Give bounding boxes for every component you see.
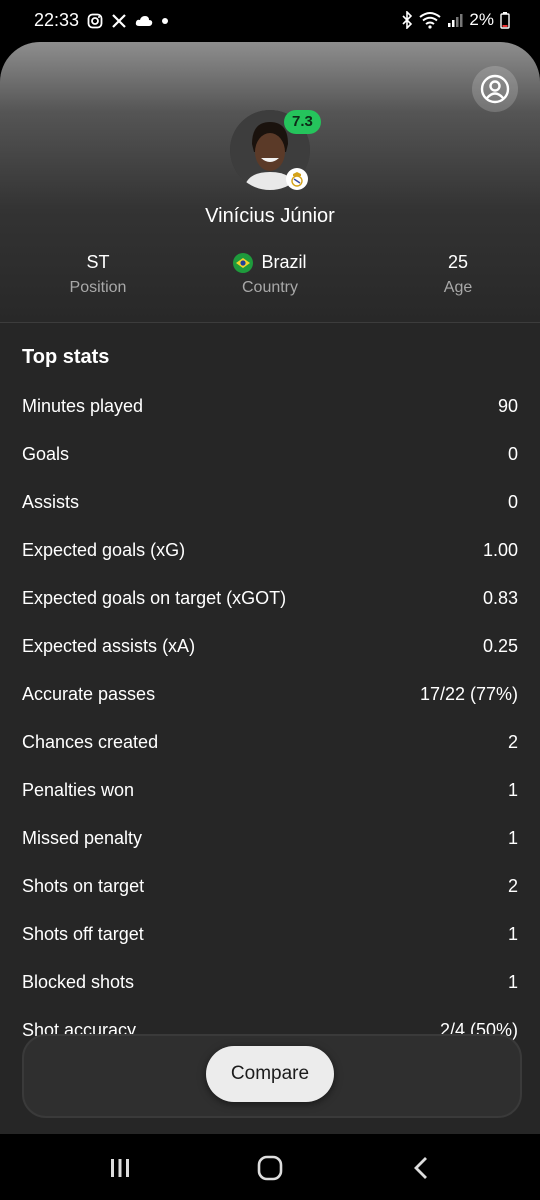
player-name: Vinícius Júnior xyxy=(205,205,335,227)
status-right: 2% xyxy=(401,10,510,30)
player-header: 7.3 Vinícius Júnior ST Position Brazil C… xyxy=(0,42,540,322)
stat-row: Accurate passes 17/22 (77%) xyxy=(22,670,518,718)
age-label: Age xyxy=(443,279,473,296)
system-nav-bar xyxy=(0,1134,540,1200)
stat-row: Penalties won 1 xyxy=(22,766,518,814)
stat-label: Penalties won xyxy=(22,779,135,800)
age-value: 25 xyxy=(447,252,469,272)
stat-row: Missed penalty 1 xyxy=(22,814,518,862)
position-value: ST xyxy=(86,252,110,272)
stat-value: 17/22 (77%) xyxy=(419,683,518,704)
stat-label: Goals xyxy=(22,443,70,464)
stat-label: Chances created xyxy=(22,731,159,752)
stat-row: Blocked shots 1 xyxy=(22,958,518,1006)
x-icon xyxy=(111,11,127,31)
status-left: 22:33 xyxy=(34,10,169,31)
stat-value: 2 xyxy=(507,731,518,752)
stat-row: Chances created 2 xyxy=(22,718,518,766)
stat-row: Shots on target 2 xyxy=(22,862,518,910)
stat-row: Assists 0 xyxy=(22,478,518,526)
stat-row: Shots off target 1 xyxy=(22,910,518,958)
stat-label: Shots on target xyxy=(22,875,145,896)
top-stats-title: Top stats xyxy=(22,346,110,368)
rating-badge: 7.3 xyxy=(284,110,321,134)
dot-icon xyxy=(161,11,169,31)
stat-value: 1 xyxy=(507,779,518,800)
back-icon[interactable] xyxy=(402,1148,442,1188)
home-icon[interactable] xyxy=(250,1148,290,1188)
stat-label: Shots off target xyxy=(22,923,144,944)
status-time: 22:33 xyxy=(34,10,80,30)
stat-value: 2 xyxy=(507,875,518,896)
stat-value: 90 xyxy=(497,395,518,416)
profile-icon xyxy=(480,74,510,104)
signal-icon xyxy=(447,10,463,30)
player-card: 7.3 Vinícius Júnior ST Position Brazil C… xyxy=(0,42,540,1134)
stat-value: 0.83 xyxy=(482,587,518,608)
brazil-flag-icon xyxy=(233,252,254,273)
real-madrid-crest-icon xyxy=(286,168,308,190)
stat-value: 1.00 xyxy=(482,539,518,560)
stat-value: 1 xyxy=(507,971,518,992)
info-country: Brazil Country xyxy=(180,252,360,297)
stat-value: 0 xyxy=(507,491,518,512)
instagram-icon xyxy=(87,11,103,31)
stat-label: Blocked shots xyxy=(22,971,135,992)
stat-row: Expected goals on target (xGOT) 0.83 xyxy=(22,574,518,622)
country-value: Brazil xyxy=(261,252,307,272)
info-position: ST Position xyxy=(8,252,188,297)
stat-label: Assists xyxy=(22,491,80,512)
battery-icon xyxy=(500,10,510,30)
bluetooth-icon xyxy=(401,10,413,30)
stat-label: Minutes played xyxy=(22,395,144,416)
battery-percent: 2% xyxy=(469,10,494,29)
recents-icon[interactable] xyxy=(100,1148,140,1188)
wifi-icon xyxy=(419,10,442,30)
status-bar: 22:33 2% xyxy=(0,0,540,42)
country-value-row: Brazil xyxy=(180,252,360,273)
stat-label: Expected assists (xA) xyxy=(22,635,196,656)
country-label: Country xyxy=(241,279,299,296)
info-age: 25 Age xyxy=(368,252,540,297)
position-label: Position xyxy=(69,279,127,296)
stat-row: Expected assists (xA) 0.25 xyxy=(22,622,518,670)
stat-value: 1 xyxy=(507,827,518,848)
compare-button[interactable]: Compare xyxy=(206,1046,334,1102)
cloud-icon xyxy=(135,11,153,31)
stat-label: Expected goals on target (xGOT) xyxy=(22,587,287,608)
stat-value: 0.25 xyxy=(482,635,518,656)
stat-label: Expected goals (xG) xyxy=(22,539,186,560)
stat-label: Missed penalty xyxy=(22,827,143,848)
profile-button[interactable] xyxy=(472,66,518,112)
stat-label: Accurate passes xyxy=(22,683,156,704)
divider xyxy=(0,322,540,323)
stat-row: Goals 0 xyxy=(22,430,518,478)
stat-row: Minutes played 90 xyxy=(22,382,518,430)
stat-row: Expected goals (xG) 1.00 xyxy=(22,526,518,574)
stat-value: 1 xyxy=(507,923,518,944)
stat-value: 0 xyxy=(507,443,518,464)
